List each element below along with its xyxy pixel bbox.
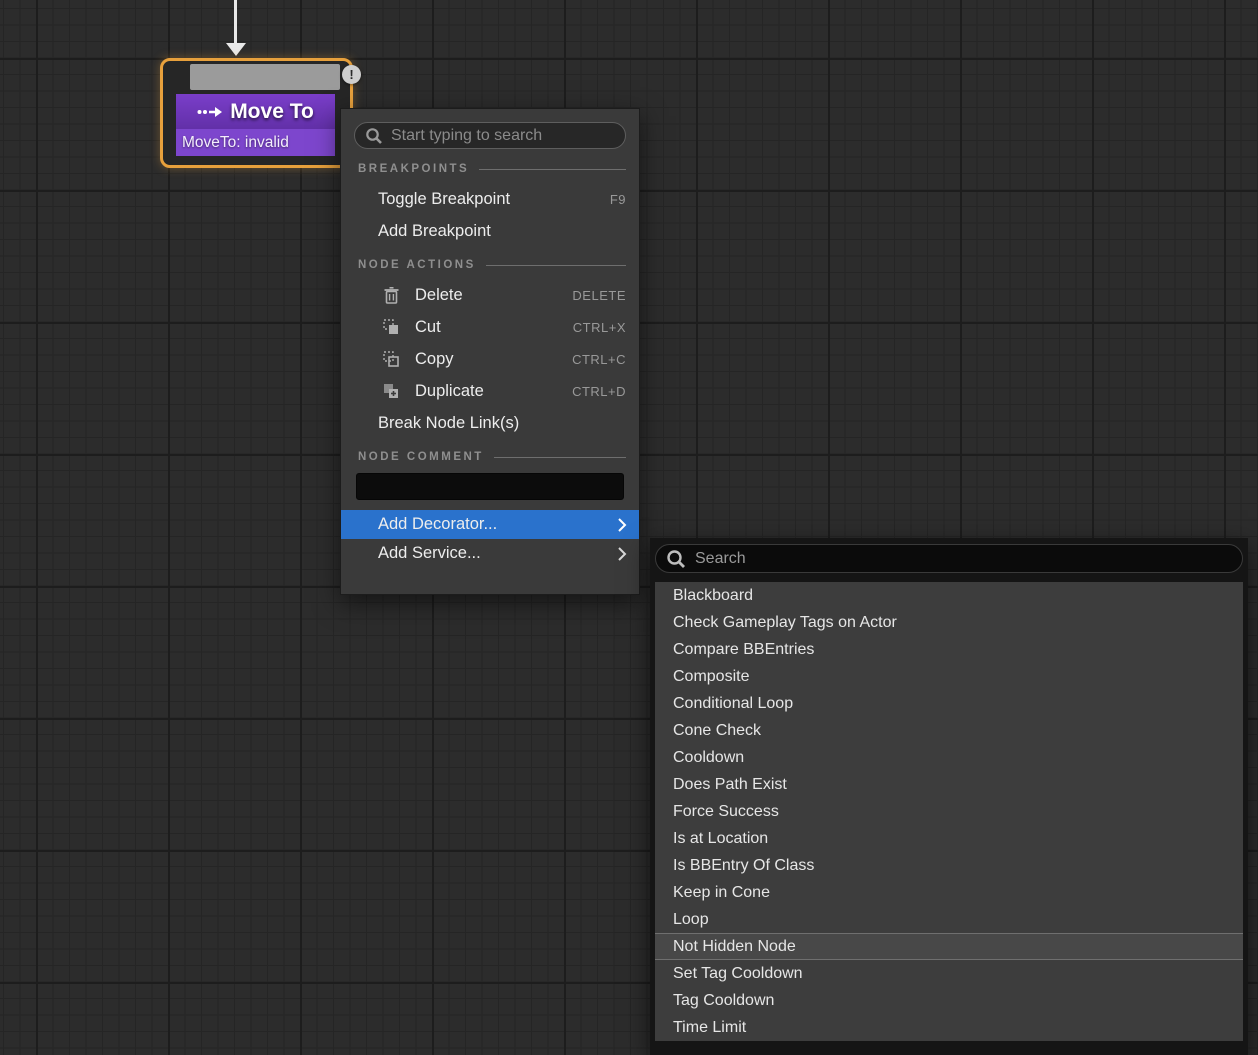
- shortcut-label: CTRL+C: [572, 352, 626, 367]
- shortcut-label: CTRL+X: [573, 320, 626, 335]
- decorator-item-highlighted[interactable]: Not Hidden Node: [655, 933, 1243, 960]
- chevron-right-icon: [617, 546, 627, 562]
- decorator-item[interactable]: Cooldown: [655, 744, 1243, 771]
- search-input[interactable]: [391, 127, 615, 145]
- node-subtitle: MoveTo: invalid: [176, 129, 335, 156]
- section-node-comment: NODE COMMENT: [354, 447, 626, 467]
- menu-item-delete[interactable]: Delete DELETE: [341, 279, 639, 311]
- execution-wire: [234, 0, 237, 44]
- add-decorator-submenu: Blackboard Check Gameplay Tags on Actor …: [650, 538, 1248, 1055]
- graph-canvas[interactable]: Move To MoveTo: invalid ! BREAKPOINTS To…: [0, 0, 1258, 1055]
- decorator-item[interactable]: Force Success: [655, 798, 1243, 825]
- decorator-item[interactable]: Keep in Cone: [655, 879, 1243, 906]
- node-decorator-slot: [190, 64, 340, 90]
- copy-icon: [381, 349, 401, 369]
- node-title: Move To: [230, 100, 314, 124]
- move-to-icon: [197, 105, 223, 119]
- menu-item-add-service[interactable]: Add Service...: [341, 539, 639, 568]
- section-divider: [479, 169, 626, 170]
- menu-item-add-breakpoint[interactable]: Add Breakpoint: [341, 215, 639, 247]
- decorator-item[interactable]: Time Limit: [655, 1014, 1243, 1041]
- submenu-search[interactable]: [655, 544, 1243, 573]
- decorator-item[interactable]: Cone Check: [655, 717, 1243, 744]
- menu-item-cut[interactable]: Cut CTRL+X: [341, 311, 639, 343]
- section-node-actions: NODE ACTIONS: [354, 255, 626, 275]
- shortcut-label: F9: [610, 192, 626, 207]
- decorator-item[interactable]: Composite: [655, 663, 1243, 690]
- node-comment-input[interactable]: [356, 473, 624, 500]
- cut-icon: [381, 317, 401, 337]
- menu-item-break-node-links[interactable]: Break Node Link(s): [341, 407, 639, 439]
- shortcut-label: CTRL+D: [572, 384, 626, 399]
- search-icon: [365, 127, 383, 145]
- decorator-item[interactable]: Is at Location: [655, 825, 1243, 852]
- section-divider: [494, 457, 626, 458]
- submenu-search-input[interactable]: [695, 550, 1232, 568]
- decorator-item[interactable]: Is BBEntry Of Class: [655, 852, 1243, 879]
- decorator-item[interactable]: Compare BBEntries: [655, 636, 1243, 663]
- menu-item-duplicate[interactable]: Duplicate CTRL+D: [341, 375, 639, 407]
- node-header: Move To: [176, 94, 335, 129]
- trash-icon: [381, 285, 401, 305]
- decorator-item[interactable]: Set Tag Cooldown: [655, 960, 1243, 987]
- section-divider: [486, 265, 626, 266]
- node-warning-badge: !: [342, 65, 361, 84]
- search-icon: [666, 549, 686, 569]
- chevron-right-icon: [617, 517, 627, 533]
- context-menu-search[interactable]: [354, 122, 626, 149]
- decorator-item[interactable]: Loop: [655, 906, 1243, 933]
- menu-item-copy[interactable]: Copy CTRL+C: [341, 343, 639, 375]
- menu-item-toggle-breakpoint[interactable]: Toggle Breakpoint F9: [341, 183, 639, 215]
- section-breakpoints: BREAKPOINTS: [354, 159, 626, 179]
- decorator-list: Blackboard Check Gameplay Tags on Actor …: [655, 582, 1243, 1041]
- move-to-node[interactable]: Move To MoveTo: invalid: [160, 58, 353, 168]
- decorator-item[interactable]: Tag Cooldown: [655, 987, 1243, 1014]
- execution-wire-arrowhead: [226, 43, 246, 56]
- decorator-item[interactable]: Conditional Loop: [655, 690, 1243, 717]
- node-context-menu: BREAKPOINTS Toggle Breakpoint F9 Add Bre…: [340, 108, 640, 595]
- decorator-item[interactable]: Check Gameplay Tags on Actor: [655, 609, 1243, 636]
- duplicate-icon: [381, 381, 401, 401]
- decorator-item[interactable]: Blackboard: [655, 582, 1243, 609]
- decorator-item[interactable]: Does Path Exist: [655, 771, 1243, 798]
- menu-item-add-decorator[interactable]: Add Decorator...: [341, 510, 639, 539]
- shortcut-label: DELETE: [572, 288, 626, 303]
